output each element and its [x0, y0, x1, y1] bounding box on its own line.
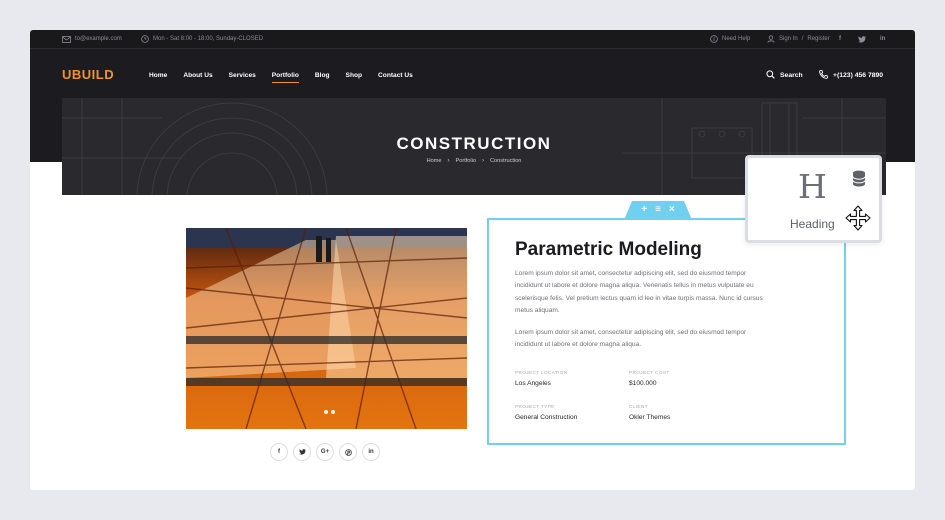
breadcrumb-portfolio[interactable]: Portfolio — [455, 158, 476, 164]
share-google-plus-button[interactable]: G+ — [316, 443, 334, 461]
nav-contact-us[interactable]: Contact Us — [378, 72, 413, 79]
section-handle: + ≡ × — [624, 201, 692, 220]
linkedin-link[interactable]: in — [880, 30, 885, 48]
meta-value: Okler Themes — [629, 414, 671, 421]
meta-label: PROJECT COST — [629, 371, 670, 376]
share-facebook-button[interactable]: f — [270, 443, 288, 461]
nav-shop[interactable]: Shop — [346, 72, 362, 79]
project-title[interactable]: Parametric Modeling — [515, 239, 702, 261]
meta-label: PROJECT LOCATION — [515, 371, 568, 376]
search-label: Search — [780, 71, 803, 79]
pinterest-icon — [344, 448, 352, 456]
search-icon — [766, 69, 775, 81]
project-photo — [186, 228, 467, 429]
project-location: PROJECT LOCATION Los Angeles — [515, 371, 568, 387]
facebook-link[interactable]: f — [839, 30, 841, 48]
site-header: UBUILD Home About Us Services Portfolio … — [30, 48, 915, 100]
account-separator: / — [801, 36, 804, 42]
phone-icon — [819, 69, 828, 81]
project-client: CLIENT Okler Themes — [629, 405, 670, 421]
database-icon — [852, 170, 866, 192]
heading-icon: H — [798, 167, 827, 206]
share-buttons: f G+ in — [270, 443, 380, 461]
main-nav: Home About Us Services Portfolio Blog Sh… — [149, 72, 429, 83]
mail-icon — [62, 35, 71, 43]
slider-dot[interactable] — [331, 410, 335, 414]
breadcrumb-home[interactable]: Home — [427, 158, 442, 164]
chevron-right-icon: › — [447, 158, 450, 164]
delete-section-button[interactable]: × — [669, 204, 675, 216]
top-utility-bar: to@example.com Mon - Sat 8:00 - 18:00, S… — [30, 30, 915, 48]
email-text: to@example.com — [75, 36, 122, 42]
project-cost: PROJECT COST $100.000 — [629, 371, 670, 387]
project-image-slider[interactable] — [186, 228, 467, 429]
need-help-text: Need Help — [722, 36, 751, 42]
drag-section-handle[interactable]: ≡ — [655, 204, 661, 216]
meta-label: CLIENT — [629, 405, 648, 410]
clock-icon — [141, 35, 149, 43]
share-linkedin-button[interactable]: in — [362, 443, 380, 461]
phone-number: +(123) 456 7890 — [833, 71, 884, 79]
nav-services[interactable]: Services — [229, 72, 256, 79]
slider-dot[interactable] — [324, 410, 328, 414]
selected-section[interactable]: Parametric Modeling Lorem ipsum dolor si… — [487, 218, 846, 445]
account-links: Sign In / Register — [767, 30, 830, 48]
site-logo[interactable]: UBUILD — [62, 67, 114, 82]
help-circle-icon — [710, 35, 718, 43]
share-twitter-button[interactable] — [293, 443, 311, 461]
need-help-link[interactable]: Need Help — [710, 30, 750, 48]
add-section-button[interactable]: + — [641, 204, 647, 216]
breadcrumb-current: Construction — [490, 158, 522, 164]
sign-in-link[interactable]: Sign In — [779, 36, 798, 42]
heading-widget-label: Heading — [790, 217, 835, 231]
page-title: CONSTRUCTION — [396, 134, 552, 153]
twitter-icon — [858, 35, 866, 43]
nav-blog[interactable]: Blog — [315, 72, 330, 79]
share-pinterest-button[interactable] — [339, 443, 357, 461]
meta-value: General Construction — [515, 414, 578, 421]
meta-label: PROJECT TYPE — [515, 405, 555, 410]
topbar-hours: Mon - Sat 8:00 - 18:00, Sunday-CLOSED — [141, 30, 263, 48]
meta-value: $100.000 — [629, 380, 657, 387]
browser-frame: to@example.com Mon - Sat 8:00 - 18:00, S… — [30, 30, 915, 490]
section-toolbar: + ≡ × — [624, 204, 692, 216]
phone-link[interactable]: +(123) 456 7890 — [819, 69, 883, 81]
twitter-icon — [298, 449, 306, 455]
move-cursor-icon — [845, 205, 871, 236]
slider-pagination — [324, 410, 335, 414]
topbar-email[interactable]: to@example.com — [62, 30, 122, 48]
linkedin-icon: in — [880, 36, 886, 42]
twitter-link[interactable] — [858, 30, 866, 48]
hours-text: Mon - Sat 8:00 - 18:00, Sunday-CLOSED — [153, 36, 264, 42]
register-link[interactable]: Register — [807, 36, 829, 42]
search-button[interactable]: Search — [766, 69, 803, 81]
project-type: PROJECT TYPE General Construction — [515, 405, 577, 421]
nav-home[interactable]: Home — [149, 72, 167, 79]
facebook-icon: f — [839, 36, 841, 42]
meta-value: Los Angeles — [515, 380, 551, 387]
chevron-right-icon: › — [482, 158, 485, 164]
nav-portfolio[interactable]: Portfolio — [271, 72, 300, 83]
user-icon — [767, 35, 775, 43]
project-description-1: Lorem ipsum dolor sit amet, consectetur … — [515, 270, 763, 315]
project-description-2: Lorem ipsum dolor sit amet, consectetur … — [515, 329, 747, 349]
nav-about-us[interactable]: About Us — [183, 72, 212, 79]
